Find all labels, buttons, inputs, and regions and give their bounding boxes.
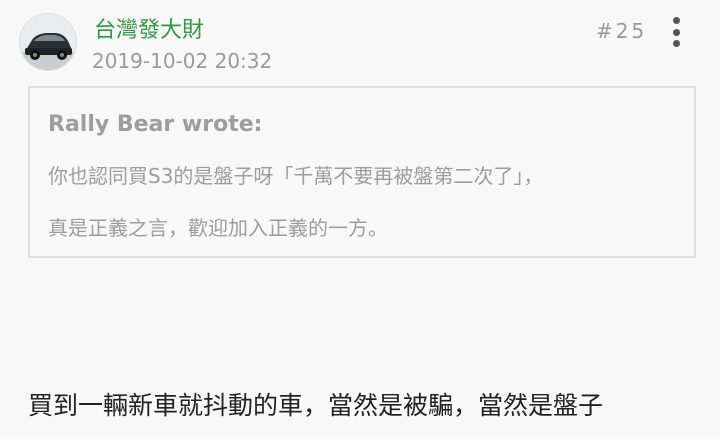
menu-dot [672,17,680,24]
post-number[interactable]: #25 [596,19,647,43]
quote-author: Rally Bear wrote: [48,112,263,137]
car-avatar-icon [20,14,76,70]
menu-dot [672,40,680,47]
post-body-text: 買到一輛新車就抖動的車，當然是被騙，當然是盤子 [28,391,604,420]
quote-line: 真是正義之言，歡迎加入正義的一方。 [48,216,388,240]
quote-line: 你也認同買S3的是盤子呀「千萬不要再被盤第二次了」， [48,164,544,188]
menu-dot [672,28,680,36]
author-avatar[interactable] [19,13,77,71]
quote-block: Rally Bear wrote: 你也認同買S3的是盤子呀「千萬不要再被盤第二… [28,86,696,258]
post-timestamp: 2019-10-02 20:32 [92,49,273,73]
author-name[interactable]: 台灣發大財 [94,12,204,44]
more-vertical-icon[interactable] [668,17,684,47]
